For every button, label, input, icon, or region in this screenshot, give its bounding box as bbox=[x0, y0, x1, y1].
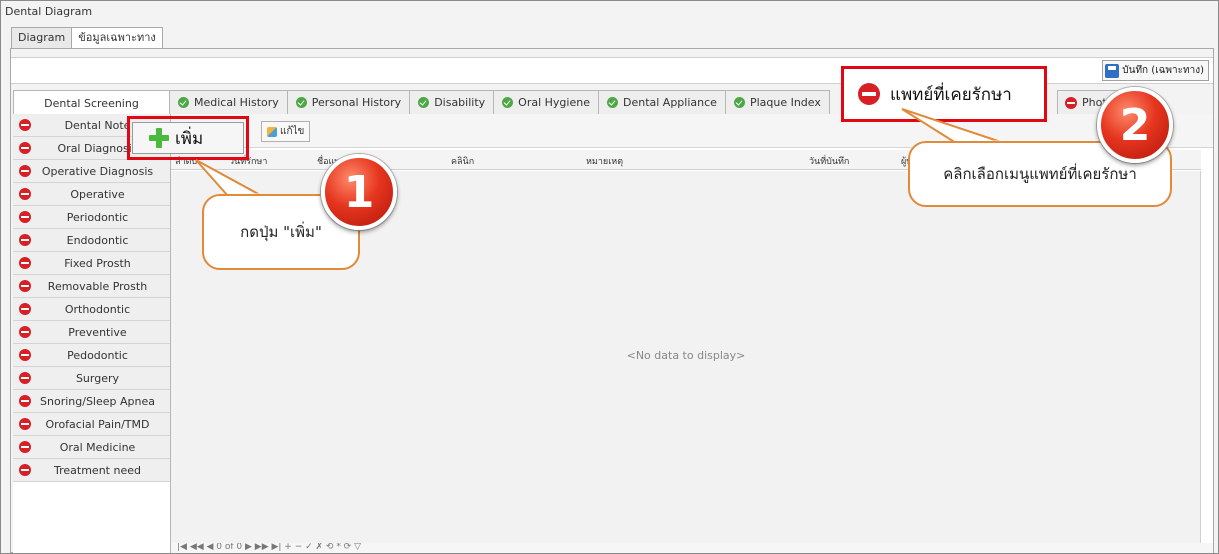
error-circle-icon bbox=[19, 188, 31, 200]
sidebar-item-orthodontic[interactable]: Orthodontic bbox=[13, 298, 170, 321]
tab-plaque-index[interactable]: Plaque Index bbox=[724, 90, 830, 114]
sidebar-item-label: Treatment need bbox=[54, 463, 141, 477]
tab-label: แพทย์ที่เคยรักษา bbox=[890, 84, 1012, 105]
error-circle-icon bbox=[19, 441, 31, 453]
check-circle-icon bbox=[606, 97, 618, 108]
check-circle-icon bbox=[295, 97, 307, 108]
sidebar-item-oral-medicine[interactable]: Oral Medicine bbox=[13, 436, 170, 459]
sidebar-item-operative[interactable]: Operative bbox=[13, 183, 170, 206]
error-circle-icon bbox=[19, 418, 31, 430]
sidebar-item-label: Orthodontic bbox=[64, 302, 131, 316]
sidebar-item-treatment-need[interactable]: Treatment need bbox=[13, 459, 170, 482]
check-circle-icon bbox=[502, 97, 514, 108]
error-circle-icon bbox=[19, 211, 31, 223]
sidebar-item-label: Preventive bbox=[68, 325, 127, 339]
sidebar-item-operative-diagnosis[interactable]: Operative Diagnosis bbox=[13, 160, 170, 183]
error-circle-icon bbox=[19, 257, 31, 269]
empty-grid-message: <No data to display> bbox=[626, 349, 746, 362]
sidebar-item-label: Pedodontic bbox=[67, 348, 128, 362]
sidebar-item-preventive[interactable]: Preventive bbox=[13, 321, 170, 344]
sidebar-item-pedodontic[interactable]: Pedodontic bbox=[13, 344, 170, 367]
sidebar-item-periodontic[interactable]: Periodontic bbox=[13, 206, 170, 229]
error-circle-icon bbox=[19, 326, 31, 338]
sidebar-item-fixed-prosth[interactable]: Fixed Prosth bbox=[13, 252, 170, 275]
column-header[interactable]: วันที่บันทึก bbox=[809, 154, 849, 168]
save-icon bbox=[1105, 63, 1120, 78]
sidebar-item-orofacial-pain-tmd[interactable]: Orofacial Pain/TMD bbox=[13, 413, 170, 436]
check-circle-icon bbox=[418, 97, 430, 108]
error-circle-icon bbox=[19, 464, 31, 476]
tab-label: Disability bbox=[434, 96, 486, 109]
tab-medical-history[interactable]: Medical History bbox=[169, 90, 288, 114]
sidebar-item-label: Orofacial Pain/TMD bbox=[45, 417, 150, 431]
check-circle-icon bbox=[733, 97, 745, 108]
tab-diagram[interactable]: Diagram bbox=[11, 27, 73, 49]
tab-previous-doctors[interactable]: แพทย์ที่เคยรักษา bbox=[841, 66, 1047, 122]
error-circle-icon bbox=[19, 280, 31, 292]
tab-personal-history[interactable]: Personal History bbox=[286, 90, 411, 114]
tab-label: Dental Appliance bbox=[622, 96, 717, 109]
tab-disability[interactable]: Disability bbox=[409, 90, 495, 114]
pencil-icon bbox=[267, 126, 277, 137]
sidebar-item-removable-prosth[interactable]: Removable Prosth bbox=[13, 275, 170, 298]
sidebar-item-label: Surgery bbox=[75, 371, 120, 385]
tab-label: Personal History bbox=[311, 96, 402, 109]
top-tab-bar: Diagram ข้อมูลเฉพาะทาง bbox=[11, 27, 163, 50]
edit-button[interactable]: แก้ไข bbox=[261, 121, 311, 142]
error-circle-icon bbox=[19, 234, 31, 246]
column-header[interactable]: คลินิก bbox=[451, 154, 474, 168]
sidebar-item-surgery[interactable]: Surgery bbox=[13, 367, 170, 390]
sidebar-item-label: Oral Medicine bbox=[59, 440, 136, 454]
specialty-sidebar: Dental Note Oral Diagnosis Operative Dia… bbox=[13, 114, 171, 553]
tab-label: Plaque Index bbox=[749, 96, 821, 109]
error-circle-icon bbox=[19, 119, 31, 131]
sidebar-item-label: Fixed Prosth bbox=[64, 256, 131, 270]
error-circle-icon bbox=[19, 142, 31, 154]
sidebar-item-label: Snoring/Sleep Apnea bbox=[40, 394, 155, 408]
error-circle-icon bbox=[19, 395, 31, 407]
grid-navigator[interactable]: |◀ ◀◀ ◀ 0 of 0 ▶ ▶▶ ▶| + − ✓ ✗ ⟲ * ⟳ ▽ bbox=[171, 543, 1213, 553]
sidebar-item-snoring-sleep-apnea[interactable]: Snoring/Sleep Apnea bbox=[13, 390, 170, 413]
window-title: Dental Diagram bbox=[5, 5, 93, 18]
save-button-label: บันทึก (เฉพาะทาง) bbox=[1122, 65, 1204, 76]
sidebar-item-label: Operative Diagnosis bbox=[41, 164, 154, 178]
tab-dental-screening[interactable]: Dental Screening bbox=[13, 90, 170, 115]
dental-diagram-window: Dental Diagram Diagram ข้อมูลเฉพาะทาง บั… bbox=[0, 0, 1219, 554]
section-tab-bar: Dental Screening Medical History Persona… bbox=[13, 90, 830, 115]
tab-dental-appliance[interactable]: Dental Appliance bbox=[597, 90, 726, 114]
check-circle-icon bbox=[178, 97, 189, 108]
tab-label: Oral Hygiene bbox=[518, 96, 590, 109]
sidebar-item-label: Periodontic bbox=[66, 210, 129, 224]
error-circle-icon bbox=[19, 303, 31, 315]
sidebar-item-endodontic[interactable]: Endodontic bbox=[13, 229, 170, 252]
tab-label: Medical History bbox=[194, 96, 279, 109]
tab-label: Dental Screening bbox=[44, 96, 139, 110]
error-circle-icon bbox=[858, 83, 880, 105]
column-header[interactable]: หมายเหตุ bbox=[586, 154, 623, 168]
tab-specialty-info[interactable]: ข้อมูลเฉพาะทาง bbox=[71, 27, 163, 50]
sidebar-item-label: Operative bbox=[70, 187, 125, 201]
step2-number-badge: 2 bbox=[1097, 87, 1173, 163]
tab-oral-hygiene[interactable]: Oral Hygiene bbox=[493, 90, 599, 114]
add-button-highlight bbox=[127, 116, 249, 160]
sidebar-item-label: Endodontic bbox=[66, 233, 129, 247]
error-circle-icon bbox=[19, 349, 31, 361]
sidebar-item-label: Removable Prosth bbox=[47, 279, 148, 293]
edit-button-label: แก้ไข bbox=[280, 126, 305, 137]
error-circle-icon bbox=[1065, 96, 1077, 109]
step1-number-badge: 1 bbox=[321, 154, 397, 230]
save-specialty-button[interactable]: บันทึก (เฉพาะทาง) bbox=[1102, 60, 1209, 81]
error-circle-icon bbox=[19, 372, 31, 384]
error-circle-icon bbox=[19, 165, 31, 177]
